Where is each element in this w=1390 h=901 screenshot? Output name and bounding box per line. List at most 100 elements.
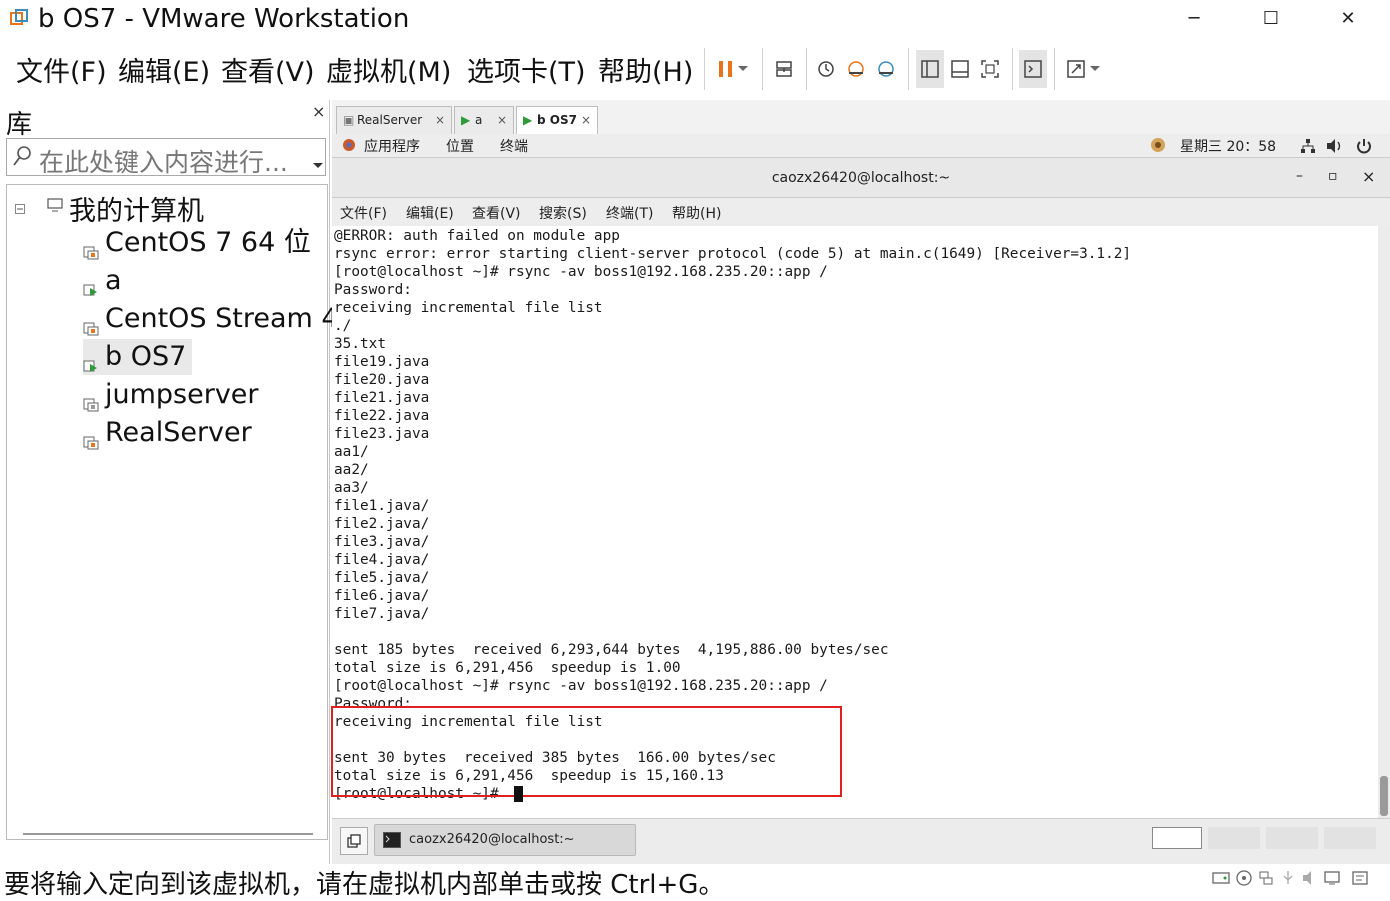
gnome-terminal-menu[interactable]: 终端: [500, 136, 528, 156]
terminal-line: file23.java: [334, 426, 430, 442]
volume-icon[interactable]: [1326, 138, 1344, 158]
usb-icon[interactable]: [1280, 870, 1296, 890]
taskbar-terminal-button[interactable]: caozx26420@localhost:~: [374, 824, 636, 856]
menu-bar: 文件(F) 编辑(E) 查看(V) 虚拟机(M) 选项卡(T) 帮助(H): [0, 40, 1390, 100]
terminal-menu-bar: 文件(F) 编辑(E) 查看(V) 搜索(S) 终端(T) 帮助(H): [332, 198, 1390, 226]
vm-item[interactable]: CentOS 7 64 位: [83, 225, 311, 261]
tab-realserver[interactable]: ▣ RealServer ×: [336, 106, 452, 134]
tab-a[interactable]: ▶ a ×: [454, 106, 514, 134]
library-view-icon[interactable]: [916, 50, 944, 88]
terminal-scrollbar[interactable]: [1378, 226, 1390, 818]
terminal-line: file6.java/: [334, 588, 430, 604]
workspace-1[interactable]: [1152, 827, 1202, 849]
terminal-line: file2.java/: [334, 516, 430, 532]
vm-item-selected[interactable]: b OS7: [83, 339, 193, 375]
window-title: b OS7 - VMware Workstation: [38, 4, 410, 34]
workspace-4[interactable]: [1324, 827, 1376, 849]
revert-snapshot-icon[interactable]: [842, 50, 870, 88]
vm-item[interactable]: jumpserver: [83, 377, 259, 413]
close-tab-icon[interactable]: ×: [497, 107, 507, 133]
terminal-line: sent 185 bytes received 6,293,644 bytes …: [334, 642, 889, 658]
terminal-titlebar: caozx26420@localhost:~ – ▫ ×: [332, 158, 1390, 198]
message-log-icon[interactable]: [1352, 870, 1368, 890]
menu-view[interactable]: 查看(V): [221, 50, 315, 89]
menu-help[interactable]: 帮助(H): [598, 50, 693, 89]
terminal-menu-help[interactable]: 帮助(H): [672, 203, 721, 223]
workspace-3[interactable]: [1266, 827, 1318, 849]
maximize-button[interactable]: ☐: [1253, 4, 1289, 34]
horizontal-scrollbar[interactable]: [23, 833, 313, 835]
snapshot-icon[interactable]: [812, 50, 840, 88]
cd-dvd-icon[interactable]: [1236, 870, 1252, 890]
terminal-maximize-button[interactable]: ▫: [1328, 168, 1338, 184]
vm-item[interactable]: a: [83, 263, 122, 299]
send-ctrl-alt-del-icon[interactable]: [770, 50, 798, 88]
terminal-menu-search[interactable]: 搜索(S): [539, 203, 587, 223]
tree-root-label[interactable]: 我的计算机: [69, 189, 204, 228]
menu-tabs[interactable]: 选项卡(T): [467, 50, 586, 89]
vm-label: b OS7: [105, 341, 187, 372]
fullscreen-icon[interactable]: [976, 50, 1004, 88]
tab-strip: ▣ RealServer × ▶ a × ▶ b OS7 ×: [332, 104, 1390, 134]
terminal-close-button[interactable]: ×: [1362, 167, 1375, 186]
close-tab-icon[interactable]: ×: [435, 107, 445, 133]
notification-icon[interactable]: [1150, 137, 1166, 157]
gnome-clock[interactable]: 星期三 20：58: [1180, 136, 1276, 156]
terminal-line: file4.java/: [334, 552, 430, 568]
terminal-line: file1.java/: [334, 498, 430, 514]
vm-running-icon: [83, 272, 99, 296]
library-close-button[interactable]: ×: [312, 102, 325, 121]
display-icon[interactable]: [1324, 870, 1340, 890]
minimize-button[interactable]: ─: [1176, 4, 1212, 34]
close-tab-icon[interactable]: ×: [581, 107, 591, 133]
hard-disk-icon[interactable]: [1212, 870, 1230, 890]
vm-item[interactable]: CentOS Stream 4: [83, 301, 339, 337]
vm-running-icon: ▶: [523, 113, 533, 127]
gnome-top-bar: 应用程序 位置 终端 星期三 20：58: [332, 134, 1390, 158]
thumbnail-view-icon[interactable]: [946, 50, 974, 88]
terminal-menu-view[interactable]: 查看(V): [472, 203, 521, 223]
terminal-menu-file[interactable]: 文件(F): [340, 203, 387, 223]
vm-running-icon: ▶: [461, 113, 471, 127]
collapse-icon[interactable]: [15, 199, 25, 218]
console-view-icon[interactable]: [1019, 50, 1047, 88]
vm-label: jumpserver: [105, 379, 259, 410]
sound-icon[interactable]: [1302, 870, 1318, 890]
vm-icon: [83, 234, 99, 259]
terminal-menu-edit[interactable]: 编辑(E): [406, 203, 454, 223]
power-icon[interactable]: [1356, 138, 1372, 158]
vm-item[interactable]: RealServer: [83, 415, 252, 451]
library-title: 库: [6, 110, 33, 140]
vm-running-icon: [83, 348, 99, 372]
terminal-line: ./: [334, 318, 352, 334]
chevron-down-icon[interactable]: [734, 50, 752, 88]
search-placeholder: 在此处键入内容进行...: [39, 148, 288, 177]
vm-icon: [83, 310, 99, 335]
network-adapter-icon[interactable]: [1258, 870, 1274, 890]
menu-file[interactable]: 文件(F): [16, 50, 107, 89]
show-desktop-button[interactable]: [340, 827, 368, 855]
menu-edit[interactable]: 编辑(E): [118, 50, 210, 89]
library-search-input[interactable]: 在此处键入内容进行...: [6, 138, 326, 177]
vm-label: CentOS Stream 4: [105, 303, 339, 334]
close-button[interactable]: ✕: [1330, 4, 1366, 34]
apps-icon: [342, 138, 356, 156]
chevron-down-icon[interactable]: [1088, 50, 1102, 88]
gnome-places-menu[interactable]: 位置: [446, 136, 474, 156]
terminal-line: total size is 6,291,456 speedup is 1.00: [334, 660, 681, 676]
snapshot-manager-icon[interactable]: [872, 50, 900, 88]
highlight-annotation-box: [331, 706, 842, 797]
menu-vm[interactable]: 虚拟机(M): [326, 50, 451, 89]
stretch-icon[interactable]: [1062, 50, 1090, 88]
terminal-line: [root@localhost ~]# rsync -av boss1@192.…: [334, 264, 828, 280]
vm-label: CentOS 7 64 位: [105, 227, 311, 258]
chevron-down-icon[interactable]: [313, 154, 323, 173]
tab-b-os7[interactable]: ▶ b OS7 ×: [516, 106, 598, 134]
gnome-applications-menu[interactable]: 应用程序: [364, 136, 420, 156]
show-desktop-icon: [347, 834, 361, 848]
terminal-scroll-thumb[interactable]: [1380, 776, 1388, 816]
workspace-2[interactable]: [1208, 827, 1260, 849]
network-icon[interactable]: [1300, 138, 1316, 158]
terminal-minimize-button[interactable]: –: [1296, 168, 1303, 184]
terminal-menu-terminal[interactable]: 终端(T): [606, 203, 653, 223]
